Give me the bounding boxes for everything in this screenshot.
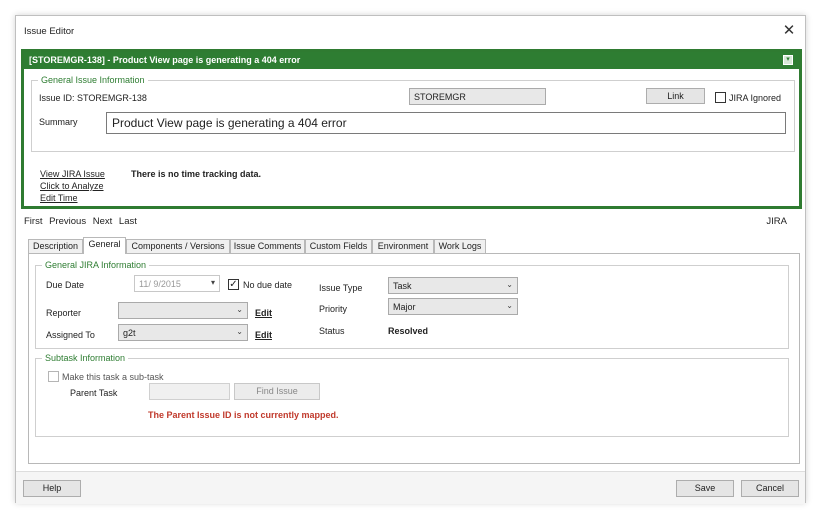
- view-jira-issue-link[interactable]: View JIRA Issue: [40, 169, 105, 179]
- general-jira-info-group: General JIRA Information Due Date 11/ 9/…: [35, 260, 789, 349]
- issue-editor-window: Issue Editor ✕ [STOREMGR-138] - Product …: [15, 15, 806, 504]
- calendar-dropdown-icon: ▾: [210, 278, 215, 287]
- summary-input[interactable]: Product View page is generating a 404 er…: [106, 112, 786, 134]
- collapse-icon[interactable]: ▾: [783, 55, 793, 65]
- priority-label: Priority: [319, 304, 348, 314]
- tab-general[interactable]: General: [83, 237, 126, 254]
- due-date-label: Due Date: [46, 280, 85, 290]
- click-to-analyze-link[interactable]: Click to Analyze: [40, 181, 104, 191]
- time-tracking-text: There is no time tracking data.: [131, 169, 262, 179]
- chevron-down-icon: ⌄: [506, 301, 513, 310]
- close-icon[interactable]: ✕: [779, 21, 799, 41]
- assigned-to-label: Assigned To: [46, 330, 95, 340]
- make-subtask-checkbox[interactable]: [48, 371, 59, 382]
- assigned-edit-link[interactable]: Edit: [255, 330, 272, 340]
- tab-control: Description General Components / Version…: [28, 229, 800, 464]
- chevron-down-icon: ⌄: [236, 305, 243, 314]
- general-jira-info-legend: General JIRA Information: [42, 260, 150, 271]
- nav-next[interactable]: Next: [93, 216, 113, 227]
- no-due-date-label: No due date: [243, 280, 293, 290]
- jira-ignored-label: JIRA Ignored: [729, 93, 782, 103]
- help-button[interactable]: Help: [23, 480, 81, 497]
- status-value: Resolved: [388, 326, 429, 336]
- window-title: Issue Editor: [24, 26, 75, 37]
- edit-time-link[interactable]: Edit Time: [40, 193, 78, 203]
- subtask-info-legend: Subtask Information: [42, 353, 129, 364]
- priority-select[interactable]: Major ⌄: [388, 298, 518, 315]
- summary-label: Summary: [39, 117, 78, 127]
- issue-type-value: Task: [393, 281, 412, 291]
- chevron-down-icon: ⌄: [236, 327, 243, 336]
- due-date-value: 11/ 9/2015: [139, 279, 181, 289]
- issue-type-label: Issue Type: [319, 283, 363, 293]
- general-issue-info-legend: General Issue Information: [38, 75, 148, 86]
- reporter-select[interactable]: ⌄: [118, 302, 248, 319]
- issue-summary-panel: [STOREMGR-138] - Product View page is ge…: [21, 49, 802, 209]
- subtask-info-group: Subtask Information Make this task a sub…: [35, 353, 789, 437]
- priority-value: Major: [393, 302, 416, 312]
- tab-work-logs[interactable]: Work Logs: [434, 239, 486, 253]
- record-navigation: First Previous Next Last: [24, 216, 141, 227]
- general-tab-panel: General JIRA Information Due Date 11/ 9/…: [28, 253, 800, 464]
- tab-components-versions[interactable]: Components / Versions: [126, 239, 230, 253]
- tab-environment[interactable]: Environment: [372, 239, 434, 253]
- project-field: STOREMGR: [409, 88, 546, 105]
- cancel-button[interactable]: Cancel: [741, 480, 799, 497]
- chevron-down-icon: ⌄: [506, 280, 513, 289]
- issue-id-label: Issue ID: STOREMGR-138: [39, 93, 147, 103]
- nav-last[interactable]: Last: [119, 216, 137, 227]
- parent-unmapped-warning: The Parent Issue ID is not currently map…: [148, 410, 339, 420]
- tab-custom-fields[interactable]: Custom Fields: [305, 239, 372, 253]
- due-date-picker[interactable]: 11/ 9/2015 ▾: [134, 275, 220, 292]
- link-button[interactable]: Link: [646, 88, 705, 104]
- no-due-date-checkbox[interactable]: ✓: [228, 279, 239, 290]
- assigned-to-select[interactable]: g2t ⌄: [118, 324, 248, 341]
- title-bar: Issue Editor ✕: [16, 16, 805, 46]
- issue-header-title: [STOREMGR-138] - Product View page is ge…: [24, 52, 799, 69]
- general-issue-info-group: General Issue Information Issue ID: STOR…: [31, 75, 795, 152]
- nav-first[interactable]: First: [24, 216, 42, 227]
- jira-label: JIRA: [766, 216, 787, 227]
- nav-previous[interactable]: Previous: [49, 216, 86, 227]
- tab-issue-comments[interactable]: Issue Comments: [230, 239, 305, 253]
- assigned-to-value: g2t: [123, 328, 136, 338]
- parent-task-label: Parent Task: [70, 388, 118, 398]
- reporter-label: Reporter: [46, 308, 82, 318]
- make-subtask-label: Make this task a sub-task: [62, 372, 164, 382]
- reporter-edit-link[interactable]: Edit: [255, 308, 272, 318]
- jira-ignored-checkbox[interactable]: [715, 92, 726, 103]
- dialog-button-bar: Help Save Cancel: [16, 471, 805, 504]
- save-button[interactable]: Save: [676, 480, 734, 497]
- tab-description[interactable]: Description: [28, 239, 83, 253]
- issue-type-select[interactable]: Task ⌄: [388, 277, 518, 294]
- find-issue-button[interactable]: Find Issue: [234, 383, 320, 400]
- status-label: Status: [319, 326, 345, 336]
- parent-task-input[interactable]: [149, 383, 230, 400]
